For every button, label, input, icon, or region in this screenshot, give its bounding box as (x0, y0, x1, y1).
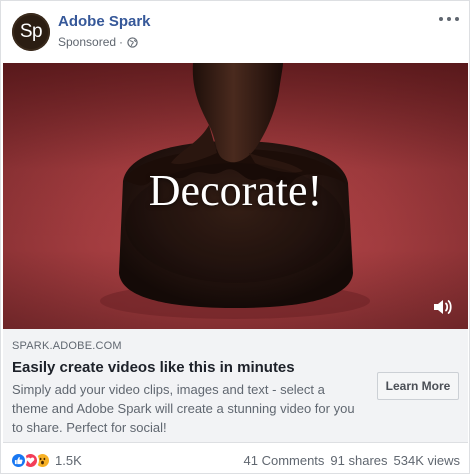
engagement-stats: 41 Comments 91 shares 534K views (238, 453, 461, 468)
link-preview[interactable]: SPARK.ADOBE.COM Easily create videos lik… (3, 329, 468, 443)
video-player[interactable]: Decorate! (3, 63, 468, 329)
video-overlay-title: Decorate! (148, 166, 323, 215)
link-description: Simply add your video clips, images and … (12, 382, 355, 435)
learn-more-button[interactable]: Learn More (377, 372, 459, 400)
reactions-summary[interactable]: 1.5K (10, 452, 82, 469)
separator-dot: · (119, 35, 124, 49)
globe-icon[interactable] (127, 36, 138, 48)
post-header: Sp Adobe Spark Sponsored · (1, 1, 470, 63)
volume-icon[interactable] (432, 297, 454, 317)
reaction-count[interactable]: 1.5K (55, 453, 82, 468)
link-title[interactable]: Easily create videos like this in minute… (12, 359, 295, 376)
page-name-link[interactable]: Adobe Spark (58, 13, 151, 30)
shares-count-link[interactable]: 91 shares (330, 453, 387, 468)
sponsored-label[interactable]: Sponsored (58, 35, 116, 49)
avatar[interactable]: Sp (12, 13, 50, 51)
more-horizontal-icon[interactable] (439, 11, 459, 27)
post-footer: 1.5K 41 Comments 91 shares 534K views (1, 443, 470, 475)
comments-count-link[interactable]: 41 Comments (244, 453, 325, 468)
link-domain: SPARK.ADOBE.COM (12, 340, 122, 352)
sponsored-row: Sponsored · (58, 35, 138, 49)
like-icon (10, 452, 27, 469)
sponsored-post-card: Sp Adobe Spark Sponsored · Decorate! SPA… (0, 0, 470, 474)
views-count: 534K views (393, 453, 460, 468)
